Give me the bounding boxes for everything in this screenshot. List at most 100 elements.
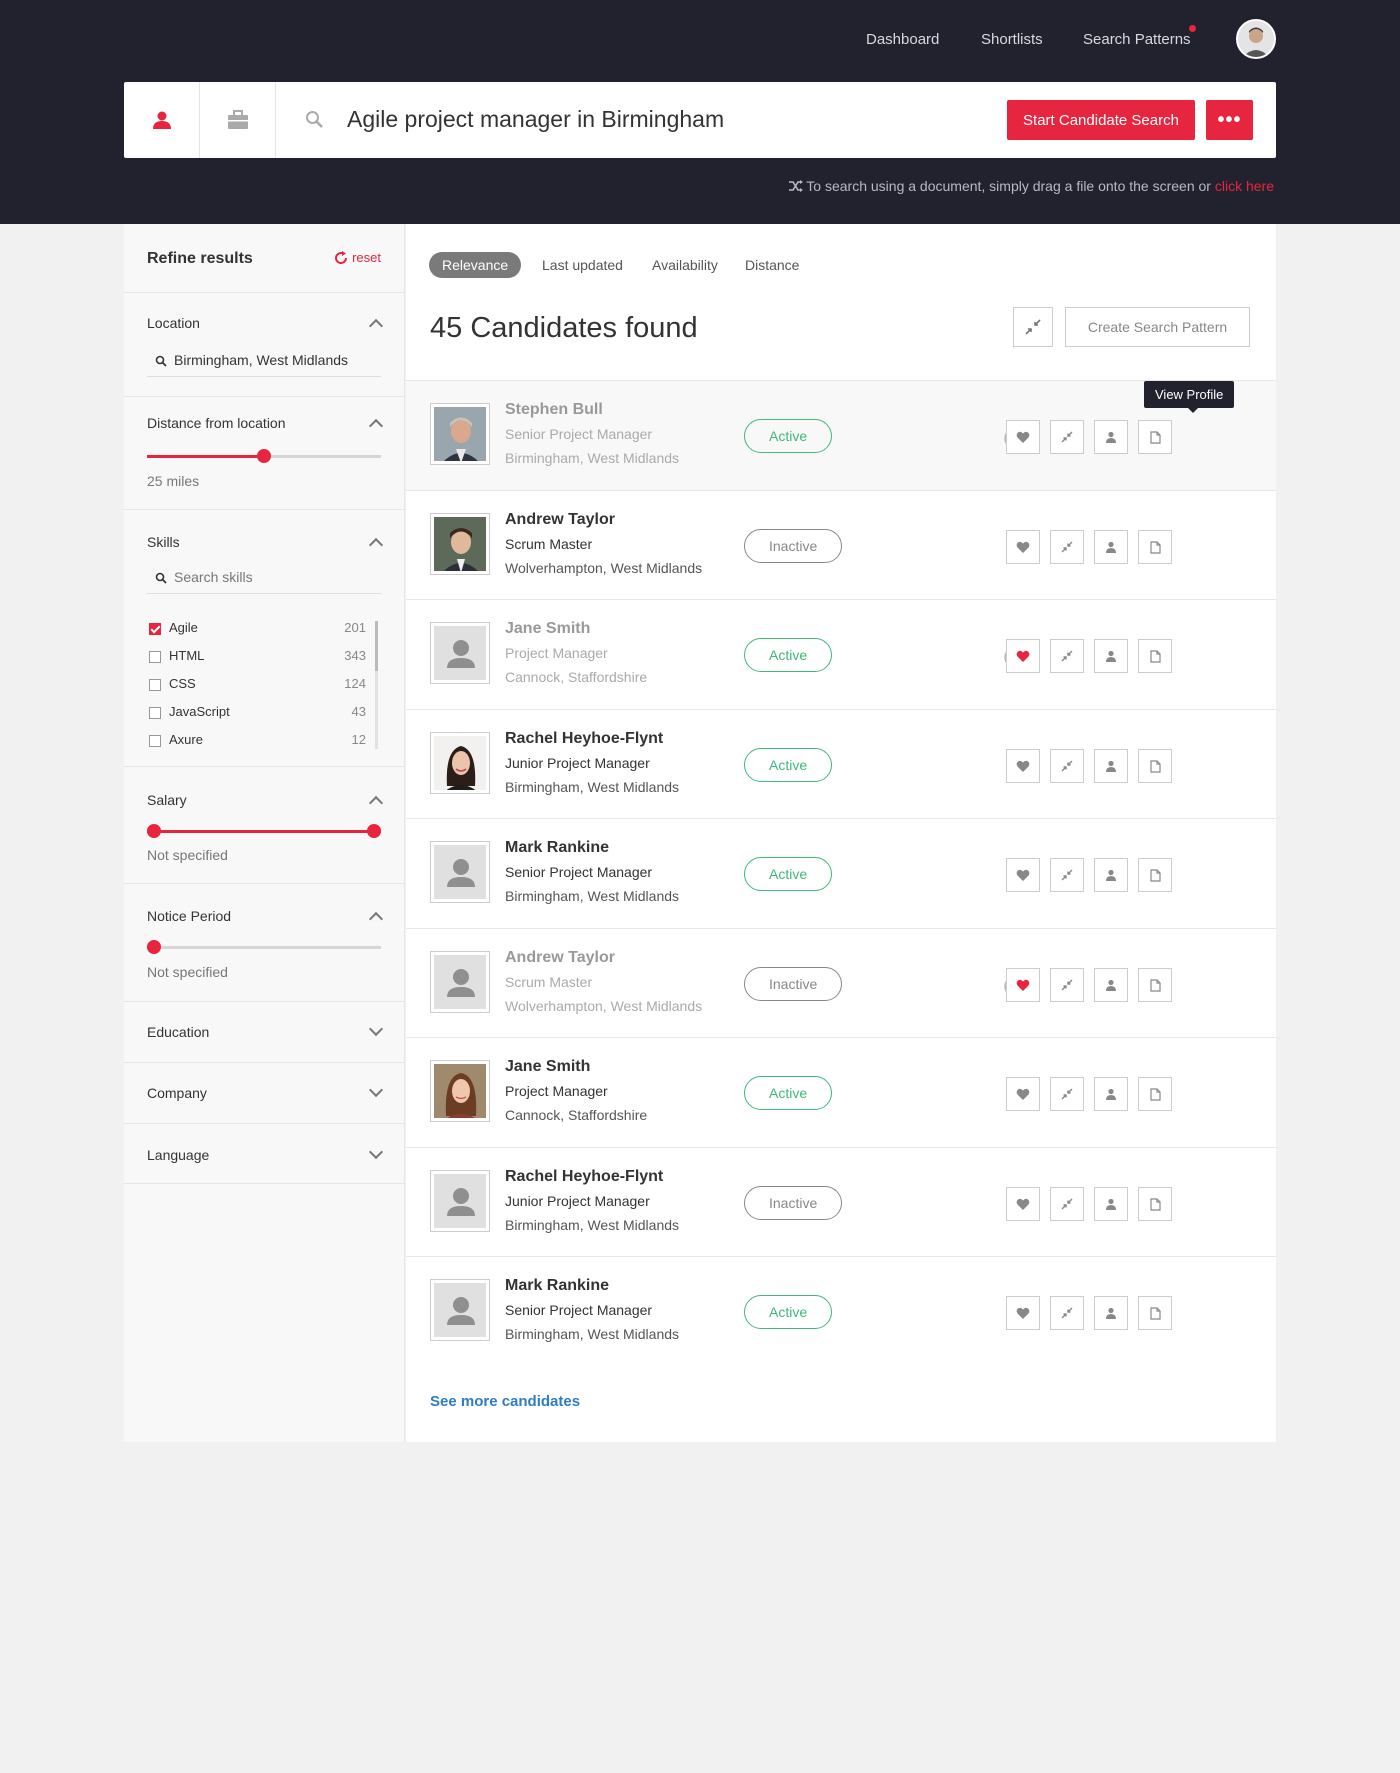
skills-scrollbar[interactable] <box>375 621 378 749</box>
distance-slider-handle[interactable] <box>257 449 271 463</box>
skill-filter-item[interactable]: CSS 124 <box>149 676 366 696</box>
candidate-row[interactable]: Jane Smith Project Manager Cannock, Staffo… <box>406 599 1276 709</box>
view-cv-button[interactable] <box>1138 749 1172 783</box>
candidate-search-tab[interactable] <box>124 82 200 158</box>
salary-slider[interactable] <box>147 824 381 838</box>
compare-candidate-button[interactable] <box>1050 1077 1084 1111</box>
nav-shortlists[interactable]: Shortlists <box>981 31 1043 48</box>
candidate-row[interactable]: Rachel Heyhoe-Flynt Junior Project Manage… <box>406 709 1276 819</box>
skill-checkbox[interactable] <box>149 679 161 691</box>
compare-candidate-button[interactable] <box>1050 639 1084 673</box>
compare-candidate-button[interactable] <box>1050 858 1084 892</box>
compare-candidate-button[interactable] <box>1050 420 1084 454</box>
more-options-button[interactable]: ••• <box>1206 100 1253 140</box>
view-cv-button[interactable] <box>1138 639 1172 673</box>
candidate-row[interactable]: Mark Rankine Senior Project Manager Birmin… <box>406 818 1276 928</box>
candidate-name[interactable]: Rachel Heyhoe-Flynt <box>505 730 663 748</box>
candidate-name[interactable]: Mark Rankine <box>505 839 609 857</box>
shortlist-button[interactable] <box>1006 1296 1040 1330</box>
education-section[interactable]: Education <box>124 1001 405 1062</box>
view-cv-button[interactable] <box>1138 968 1172 1002</box>
skill-filter-item[interactable]: Agile 201 <box>149 620 366 640</box>
skill-filter-item[interactable]: HTML 343 <box>149 648 366 668</box>
candidate-photo[interactable] <box>430 732 490 794</box>
candidate-name[interactable]: Rachel Heyhoe-Flynt <box>505 1168 663 1186</box>
chevron-down-icon[interactable] <box>368 1021 384 1037</box>
distance-slider[interactable] <box>147 449 381 463</box>
nav-search-patterns[interactable]: Search Patterns <box>1083 31 1191 48</box>
skills-search-input[interactable]: Search skills <box>147 564 381 594</box>
notice-slider[interactable] <box>147 940 381 954</box>
candidate-name[interactable]: Mark Rankine <box>505 1277 609 1295</box>
sort-tab-distance[interactable]: Distance <box>732 252 812 278</box>
skill-checkbox[interactable] <box>149 623 161 635</box>
view-profile-button[interactable] <box>1094 639 1128 673</box>
candidate-photo[interactable] <box>430 513 490 575</box>
candidate-name[interactable]: Andrew Taylor <box>505 949 615 967</box>
compare-button[interactable] <box>1013 307 1053 347</box>
candidate-photo[interactable] <box>430 1170 490 1232</box>
shortlist-button[interactable] <box>1006 639 1040 673</box>
shortlist-button[interactable] <box>1006 530 1040 564</box>
compare-candidate-button[interactable] <box>1050 1296 1084 1330</box>
view-cv-button[interactable] <box>1138 1296 1172 1330</box>
candidate-row[interactable]: Mark Rankine Senior Project Manager Birmin… <box>406 1256 1276 1366</box>
view-profile-button[interactable] <box>1094 420 1128 454</box>
compare-candidate-button[interactable] <box>1050 1187 1084 1221</box>
chevron-up-icon[interactable] <box>368 318 384 334</box>
skill-checkbox[interactable] <box>149 651 161 663</box>
notice-slider-handle[interactable] <box>147 940 161 954</box>
create-search-pattern-button[interactable]: Create Search Pattern <box>1065 307 1250 347</box>
candidate-photo[interactable] <box>430 622 490 684</box>
view-cv-button[interactable] <box>1138 1077 1172 1111</box>
candidate-photo[interactable] <box>430 1060 490 1122</box>
view-cv-button[interactable] <box>1138 1187 1172 1221</box>
view-profile-button[interactable] <box>1094 1077 1128 1111</box>
chevron-up-icon[interactable] <box>368 795 384 811</box>
job-search-tab[interactable] <box>200 82 276 158</box>
candidate-photo[interactable] <box>430 1279 490 1341</box>
view-cv-button[interactable] <box>1138 420 1172 454</box>
candidate-row[interactable]: Andrew Taylor Scrum Master Wolverhampton, … <box>406 490 1276 600</box>
compare-candidate-button[interactable] <box>1050 530 1084 564</box>
candidate-photo[interactable] <box>430 403 490 465</box>
view-cv-button[interactable] <box>1138 530 1172 564</box>
start-candidate-search-button[interactable]: Start Candidate Search <box>1007 100 1195 140</box>
candidate-name[interactable]: Jane Smith <box>505 1058 590 1076</box>
candidate-name[interactable]: Andrew Taylor <box>505 511 615 529</box>
view-profile-button[interactable] <box>1094 858 1128 892</box>
sort-tab-availability[interactable]: Availability <box>639 252 731 278</box>
language-section[interactable]: Language <box>124 1123 405 1184</box>
candidate-name[interactable]: Stephen Bull <box>505 401 603 419</box>
shortlist-button[interactable] <box>1006 749 1040 783</box>
candidate-row[interactable]: Jane Smith Project Manager Cannock, Staffo… <box>406 1037 1276 1147</box>
candidate-row[interactable]: Rachel Heyhoe-Flynt Junior Project Manage… <box>406 1147 1276 1257</box>
user-avatar[interactable] <box>1236 19 1276 59</box>
click-here-link[interactable]: click here <box>1215 178 1274 194</box>
location-input[interactable]: Birmingham, West Midlands <box>147 347 381 377</box>
shortlist-button[interactable] <box>1006 968 1040 1002</box>
view-cv-button[interactable] <box>1138 858 1172 892</box>
skill-checkbox[interactable] <box>149 707 161 719</box>
compare-candidate-button[interactable] <box>1050 749 1084 783</box>
salary-slider-min-handle[interactable] <box>147 824 161 838</box>
search-query-input[interactable]: Agile project manager in Birmingham <box>347 106 724 133</box>
shortlist-button[interactable] <box>1006 420 1040 454</box>
skill-filter-item[interactable]: Axure 12 <box>149 732 366 752</box>
chevron-down-icon[interactable] <box>368 1082 384 1098</box>
candidate-photo[interactable] <box>430 841 490 903</box>
skill-filter-item[interactable]: JavaScript 43 <box>149 704 366 724</box>
chevron-up-icon[interactable] <box>368 418 384 434</box>
chevron-up-icon[interactable] <box>368 911 384 927</box>
candidate-row[interactable]: Andrew Taylor Scrum Master Wolverhampton, … <box>406 928 1276 1038</box>
nav-dashboard[interactable]: Dashboard <box>866 31 939 48</box>
shortlist-button[interactable] <box>1006 1187 1040 1221</box>
chevron-down-icon[interactable] <box>368 1144 384 1160</box>
view-profile-button[interactable] <box>1094 1187 1128 1221</box>
shortlist-button[interactable] <box>1006 1077 1040 1111</box>
sort-tab-relevance[interactable]: Relevance <box>429 252 522 278</box>
view-profile-button[interactable] <box>1094 1296 1128 1330</box>
candidate-photo[interactable] <box>430 951 490 1013</box>
salary-slider-max-handle[interactable] <box>367 824 381 838</box>
view-profile-button[interactable] <box>1094 530 1128 564</box>
